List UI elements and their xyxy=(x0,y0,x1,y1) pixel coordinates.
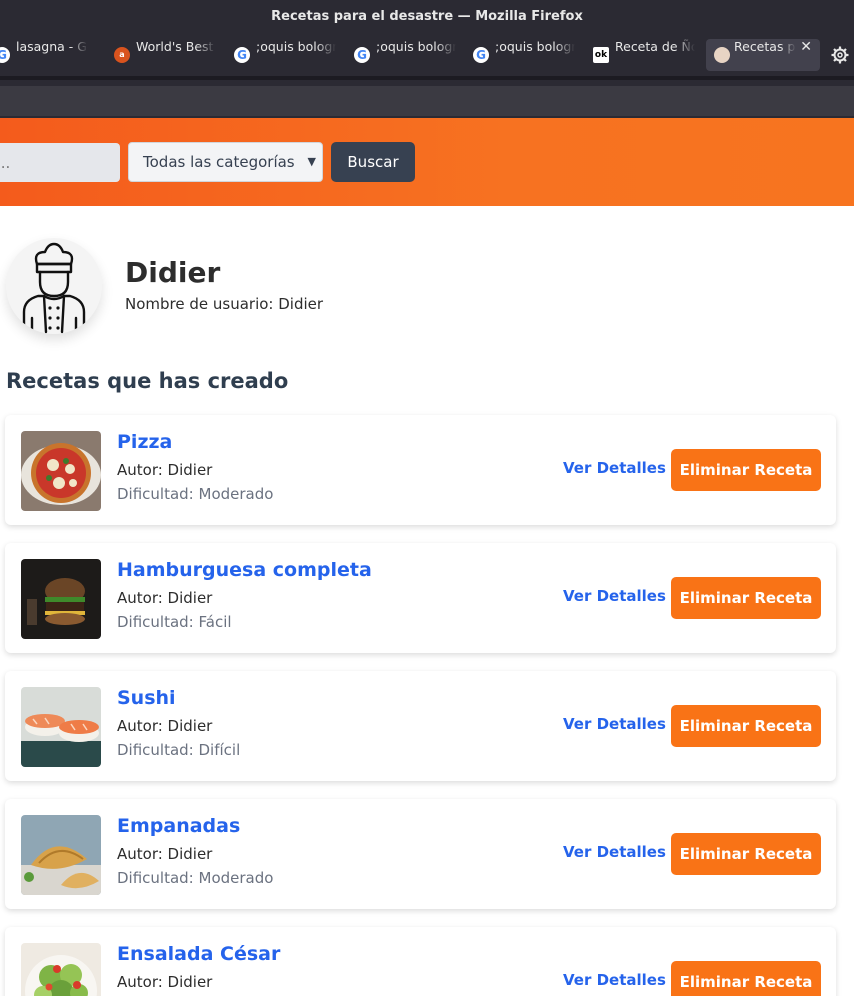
recipe-author: Autor: Didier xyxy=(117,461,213,479)
tab-label: ;oquis bologn xyxy=(376,39,456,54)
recipe-image-pizza xyxy=(21,431,101,511)
search-button[interactable]: Buscar xyxy=(331,142,415,182)
address-bar[interactable] xyxy=(0,86,854,116)
recipe-title[interactable]: Empanadas xyxy=(117,815,240,837)
ok-icon: ok xyxy=(593,47,609,63)
tab-strip: G lasagna - Goo a World's Best G ;oquis … xyxy=(0,34,854,76)
recipe-image-salad xyxy=(21,943,101,996)
tab-oquis-1[interactable]: G ;oquis bologn xyxy=(234,39,338,71)
recipe-card: Sushi Autor: Didier Dificultad: Difícil … xyxy=(5,671,836,781)
view-details-link[interactable]: Ver Detalles xyxy=(563,843,666,861)
google-icon: G xyxy=(354,47,370,63)
recipe-difficulty: Dificultad: Fácil xyxy=(117,613,232,631)
profile-username: Nombre de usuario: Didier xyxy=(125,295,324,313)
tab-label: Recetas pa xyxy=(734,39,796,54)
avatar xyxy=(6,238,102,334)
recipe-title[interactable]: Pizza xyxy=(117,431,172,453)
google-icon: G xyxy=(0,47,10,63)
recipe-difficulty: Dificultad: Moderado xyxy=(117,485,274,503)
recipe-author: Autor: Didier xyxy=(117,845,213,863)
recipe-image-burger xyxy=(21,559,101,639)
allrecipes-icon: a xyxy=(114,47,130,63)
recipe-author: Autor: Didier xyxy=(117,589,213,607)
recipe-title[interactable]: Ensalada César xyxy=(117,943,280,965)
close-tab-icon[interactable]: ✕ xyxy=(800,39,812,55)
tab-label: Receta de Ño xyxy=(615,39,695,54)
recipe-card: Ensalada César Autor: Didier Ver Detalle… xyxy=(5,927,836,996)
tab-oquis-3[interactable]: G ;oquis bologn xyxy=(473,39,577,71)
google-icon: G xyxy=(234,47,250,63)
google-icon: G xyxy=(473,47,489,63)
tab-label: World's Best xyxy=(136,39,214,54)
gear-icon[interactable] xyxy=(830,45,850,65)
tab-label: ;oquis bologn xyxy=(256,39,336,54)
section-title: Recetas que has creado xyxy=(6,369,289,393)
recipe-author: Autor: Didier xyxy=(117,717,213,735)
recipe-title[interactable]: Hamburguesa completa xyxy=(117,559,372,581)
recipe-card: Empanadas Autor: Didier Dificultad: Mode… xyxy=(5,799,836,909)
navigation-toolbar xyxy=(0,76,854,118)
window-title: Recetas para el desastre — Mozilla Firef… xyxy=(0,0,854,34)
tab-lasagna[interactable]: G lasagna - Goo xyxy=(0,39,92,71)
recipe-difficulty: Dificultad: Difícil xyxy=(117,741,241,759)
delete-recipe-button[interactable]: Eliminar Receta xyxy=(671,961,821,996)
tab-oquis-2[interactable]: G ;oquis bologn xyxy=(354,39,458,71)
site-header: Todas las categorías ▼ Buscar xyxy=(0,118,854,206)
recipe-card: Pizza Autor: Didier Dificultad: Moderado… xyxy=(5,415,836,525)
recipe-image-empanadas xyxy=(21,815,101,895)
view-details-link[interactable]: Ver Detalles xyxy=(563,587,666,605)
profile-name: Didier xyxy=(125,256,221,289)
chevron-down-icon: ▼ xyxy=(307,155,316,168)
recipe-image-sushi xyxy=(21,687,101,767)
view-details-link[interactable]: Ver Detalles xyxy=(563,971,666,989)
category-select[interactable]: Todas las categorías ▼ xyxy=(128,142,323,182)
tab-receta-nono[interactable]: ok Receta de Ño xyxy=(593,39,697,71)
category-select-value: Todas las categorías xyxy=(143,153,295,171)
delete-recipe-button[interactable]: Eliminar Receta xyxy=(671,577,821,619)
delete-recipe-button[interactable]: Eliminar Receta xyxy=(671,705,821,747)
tab-label: lasagna - Goo xyxy=(16,39,88,54)
recipe-card: Hamburguesa completa Autor: Didier Dific… xyxy=(5,543,836,653)
delete-recipe-button[interactable]: Eliminar Receta xyxy=(671,833,821,875)
recipe-difficulty: Dificultad: Moderado xyxy=(117,869,274,887)
tab-label: ;oquis bologn xyxy=(495,39,575,54)
delete-recipe-button[interactable]: Eliminar Receta xyxy=(671,449,821,491)
search-input[interactable] xyxy=(0,143,120,182)
tab-worlds-best[interactable]: a World's Best xyxy=(114,39,218,71)
recipe-title[interactable]: Sushi xyxy=(117,687,176,709)
chef-favicon-icon xyxy=(714,47,730,63)
view-details-link[interactable]: Ver Detalles xyxy=(563,459,666,477)
view-details-link[interactable]: Ver Detalles xyxy=(563,715,666,733)
chef-avatar-icon xyxy=(22,242,86,334)
recipe-author: Autor: Didier xyxy=(117,973,213,991)
tab-recetas-active[interactable]: Recetas pa ✕ xyxy=(706,39,820,71)
